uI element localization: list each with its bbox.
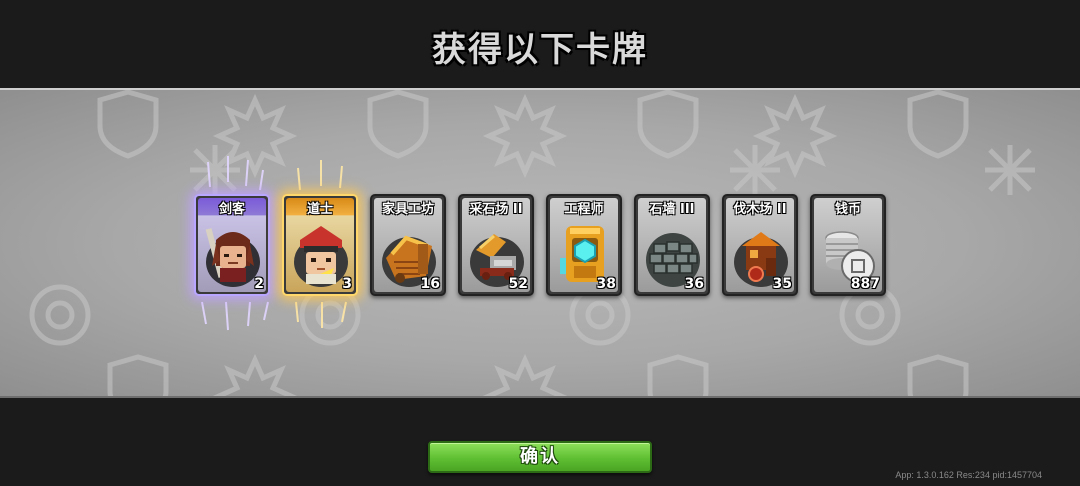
card-label: 钱币 <box>834 202 861 217</box>
card-label: 剑客 <box>218 202 245 217</box>
card-count: 3 <box>342 276 352 292</box>
reward-panel: 剑客 2 道士 3 家具工坊 16 采石场 II 52 工程师 38 石墙 II… <box>0 88 1080 398</box>
card-count: 38 <box>596 276 616 292</box>
card-count: 35 <box>772 276 792 292</box>
card-engineer[interactable]: 工程师 38 <box>546 194 622 296</box>
card-count: 52 <box>508 276 528 292</box>
card-label: 伐木场 II <box>733 202 787 217</box>
card-count: 887 <box>850 276 880 292</box>
card-label: 采石场 II <box>469 202 523 217</box>
card-label: 家具工坊 <box>381 202 434 217</box>
card-quarry[interactable]: 采石场 II 52 <box>458 194 534 296</box>
card-stone-wall[interactable]: 石墙 III 36 <box>634 194 710 296</box>
card-furniture-workshop[interactable]: 家具工坊 16 <box>370 194 446 296</box>
card-label: 工程师 <box>564 202 604 217</box>
card-count: 16 <box>420 276 440 292</box>
card-row: 剑客 2 道士 3 家具工坊 16 采石场 II 52 工程师 38 石墙 II… <box>0 90 1080 396</box>
card-label: 道士 <box>306 202 333 217</box>
card-lumber-mill[interactable]: 伐木场 II 35 <box>722 194 798 296</box>
card-taoist[interactable]: 道士 3 <box>282 194 358 296</box>
confirm-button[interactable]: 确认 <box>428 441 652 473</box>
card-swordsman[interactable]: 剑客 2 <box>194 194 270 296</box>
card-coins[interactable]: 钱币 887 <box>810 194 886 296</box>
version-info: App: 1.3.0.162 Res:234 pid:1457704 <box>895 470 1042 480</box>
screen-title: 获得以下卡牌 <box>432 30 648 70</box>
card-count: 2 <box>254 276 264 292</box>
card-label: 石墙 III <box>649 202 695 217</box>
card-count: 36 <box>684 276 704 292</box>
